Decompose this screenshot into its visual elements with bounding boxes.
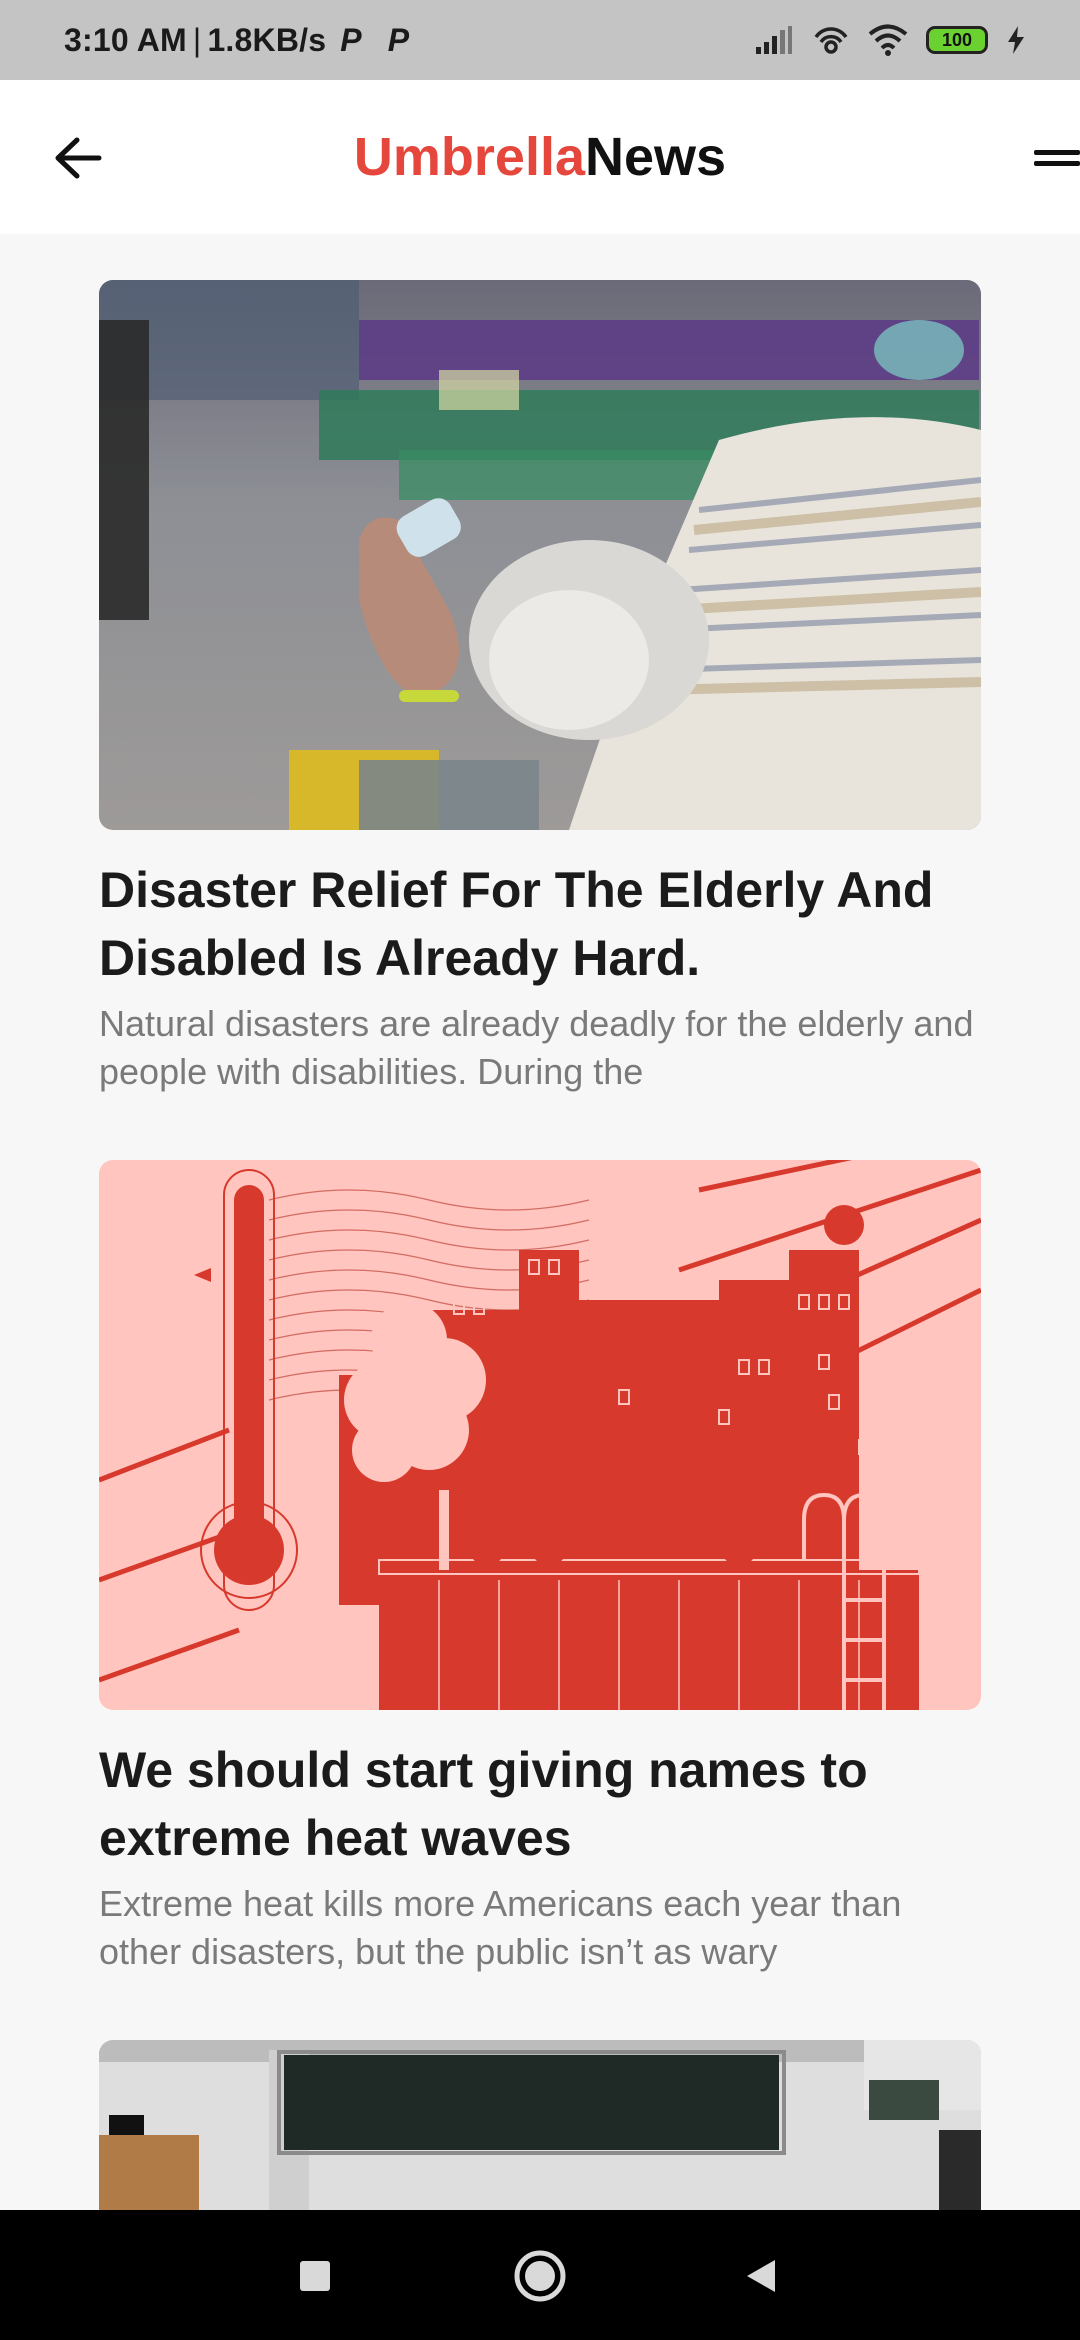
article-image[interactable] (99, 280, 981, 830)
recents-button[interactable] (287, 2248, 343, 2304)
hotspot-icon (814, 27, 848, 54)
home-button[interactable] (512, 2248, 568, 2304)
brand-logo: Umbrella News (0, 80, 1080, 234)
article-summary: Natural disasters are already deadly for… (99, 1003, 974, 1092)
p-icon: P (387, 21, 410, 58)
signal-icon (756, 26, 792, 54)
article-summary: Extreme heat kills more Americans each y… (99, 1883, 902, 1972)
status-right: 100 (754, 0, 1026, 80)
battery-level: 100 (941, 29, 973, 50)
app-header: Umbrella News (0, 80, 1080, 234)
heatwave-illustration (99, 1160, 981, 1710)
brand-part1: Umbrella (353, 127, 585, 187)
system-nav-bar (0, 2210, 1080, 2340)
article-card[interactable]: We should start giving names to extreme … (99, 1160, 981, 1976)
article-title[interactable]: Disaster Relief For The Elderly And Disa… (99, 856, 981, 992)
status-net-speed: 1.8KB/s (207, 21, 327, 58)
article-image[interactable] (99, 1160, 981, 1710)
status-left: 3:10 AM | 1.8KB/s P P (64, 0, 409, 80)
back-nav-button[interactable] (733, 2248, 789, 2304)
menu-icon (1034, 161, 1080, 166)
brand-part2: News (585, 127, 727, 187)
article-card[interactable]: Disaster Relief For The Elderly And Disa… (99, 280, 981, 1096)
menu-button[interactable] (1020, 144, 1080, 174)
charging-icon (1008, 26, 1024, 54)
home-circle-icon (514, 2250, 566, 2302)
elderly-relief-photo (99, 280, 981, 830)
status-time: 3:10 AM (64, 21, 187, 58)
wifi-icon (868, 24, 908, 56)
article-title[interactable]: We should start giving names to extreme … (99, 1736, 981, 1872)
status-separator: | (192, 21, 202, 58)
article-feed: Disaster Relief For The Elderly And Disa… (99, 280, 981, 2240)
back-triangle-icon (747, 2260, 775, 2292)
status-bar: 3:10 AM | 1.8KB/s P P 100 (0, 0, 1080, 80)
recents-square-icon (300, 2261, 330, 2291)
p-icon: P (340, 21, 362, 58)
menu-icon (1034, 150, 1080, 155)
battery-icon: 100 (926, 26, 988, 54)
